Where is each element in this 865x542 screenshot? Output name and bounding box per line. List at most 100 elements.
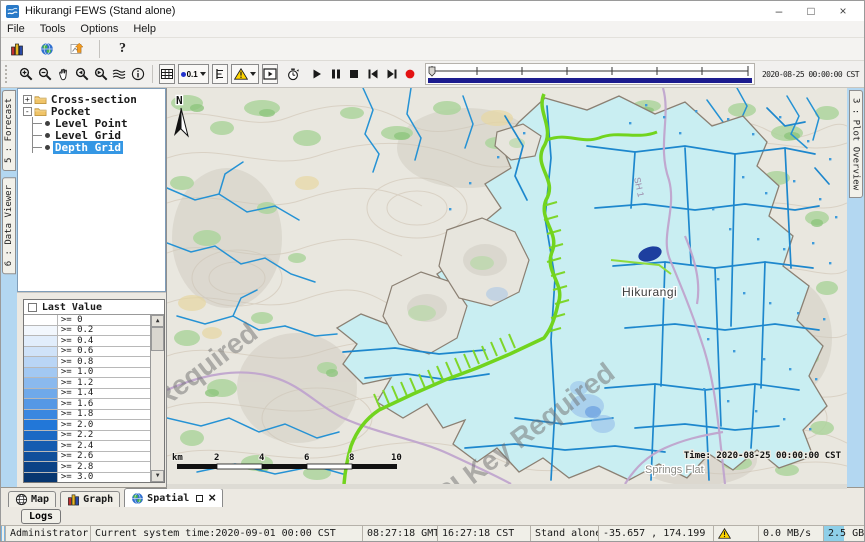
logs-row: Logs	[1, 507, 864, 525]
warning-dropdown[interactable]	[231, 64, 259, 84]
pan-button[interactable]	[56, 64, 72, 84]
app-window: Hikurangi FEWS (Stand alone) – □ × File …	[0, 0, 865, 542]
zoom-in-button[interactable]	[18, 64, 34, 84]
step-back-button[interactable]	[365, 64, 381, 84]
play-button[interactable]	[309, 64, 325, 84]
info-button[interactable]	[130, 64, 146, 84]
legend-swatch	[24, 368, 58, 378]
map-toolbar: 0.1 2020-08-25 00:00:00 CST	[1, 60, 864, 88]
movie-player-button[interactable]	[262, 64, 278, 84]
pan-hand-icon	[56, 67, 70, 81]
pause-icon	[329, 67, 343, 81]
longitudinal-profile-button[interactable]	[212, 64, 228, 84]
legend-row: >= 1.4	[24, 389, 150, 400]
timeline-thumb	[429, 67, 435, 76]
legend-row: >= 0.6	[24, 347, 150, 358]
spatial-display-button[interactable]	[66, 39, 87, 59]
tree-item-depth-grid[interactable]: Depth Grid	[18, 141, 165, 153]
collapse-icon[interactable]: -	[23, 107, 32, 116]
map-canvas[interactable]: API Key Required API Key Required Hikura…	[167, 88, 847, 489]
bullet-icon	[45, 145, 50, 150]
maximize-button[interactable]: □	[795, 1, 827, 21]
status-memory: 2.5 GB	[824, 526, 864, 541]
status-user: Administrator	[6, 526, 91, 541]
legend-row: >= 1.0	[24, 368, 150, 379]
database-viewer-button[interactable]	[6, 39, 27, 59]
scroll-down-icon[interactable]: ▼	[151, 470, 164, 482]
zoom-previous-button[interactable]	[74, 64, 90, 84]
tab-data-viewer[interactable]: 6 : Data Viewer	[2, 177, 16, 274]
help-button[interactable]: ?	[112, 39, 133, 59]
menu-options[interactable]: Options	[80, 23, 118, 35]
tree-guide	[32, 129, 44, 141]
tab-spatial[interactable]: Spatial ×	[124, 488, 223, 507]
zoom-next-button[interactable]	[93, 64, 109, 84]
last-value-checkbox[interactable]	[28, 303, 37, 312]
left-tab-strip: 5 : Forecast 6 : Data Viewer	[1, 88, 17, 487]
legend-swatch	[24, 336, 58, 346]
legend-row: >= 2.8	[24, 462, 150, 473]
logs-button[interactable]: Logs	[21, 509, 61, 524]
tab-graph[interactable]: Graph	[60, 491, 120, 507]
scroll-up-icon[interactable]: ▲	[151, 315, 164, 327]
threshold-dot-icon	[181, 72, 186, 77]
tree-item-pocket[interactable]: - Pocket	[18, 105, 165, 117]
animation-timer-button[interactable]	[285, 64, 301, 84]
tree-item-cross-section[interactable]: + Cross-section	[18, 93, 165, 105]
status-coordinates: -35.657 , 174.199	[599, 526, 714, 541]
step-forward-button[interactable]	[384, 64, 400, 84]
legend-swatch	[24, 378, 58, 388]
legend-row: >= 0.4	[24, 336, 150, 347]
legend-swatch	[24, 441, 58, 451]
layers-icon	[112, 67, 126, 81]
legend-row: >= 2.6	[24, 452, 150, 463]
restore-icon[interactable]	[196, 495, 203, 502]
folder-icon	[34, 106, 47, 117]
timer-icon	[286, 67, 300, 81]
bottom-tab-bar: Map Graph Spatial ×	[1, 487, 864, 507]
record-button[interactable]	[402, 64, 418, 84]
chevron-down-icon	[200, 72, 206, 76]
toolbar-grip[interactable]	[5, 65, 11, 83]
map-display-button[interactable]	[36, 39, 57, 59]
record-icon	[403, 67, 417, 81]
close-icon[interactable]: ×	[208, 493, 216, 503]
menu-help[interactable]: Help	[133, 23, 156, 35]
legend-row: >= 1.6	[24, 399, 150, 410]
timeline-slider[interactable]	[425, 63, 755, 85]
scrollbar-thumb[interactable]	[151, 327, 164, 351]
pause-button[interactable]	[328, 64, 344, 84]
globe-icon	[131, 492, 144, 505]
status-warning[interactable]	[714, 526, 759, 541]
tab-map[interactable]: Map	[8, 491, 56, 507]
legend-swatch	[24, 452, 58, 462]
svg-text:6: 6	[304, 453, 309, 463]
label-springs-flat: Springs Flat	[645, 464, 704, 476]
app-logo-icon	[6, 5, 19, 18]
grid-display-button[interactable]	[159, 64, 175, 84]
menu-file[interactable]: File	[7, 23, 25, 35]
minimize-button[interactable]: –	[763, 1, 795, 21]
tab-forecast[interactable]: 5 : Forecast	[2, 90, 16, 171]
tree-item-level-point[interactable]: Level Point	[18, 117, 165, 129]
map-view[interactable]: API Key Required API Key Required Hikura…	[167, 88, 847, 487]
zoom-out-button[interactable]	[37, 64, 53, 84]
close-button[interactable]: ×	[827, 1, 859, 21]
threshold-value: 0.1	[187, 70, 198, 79]
spatial-display-icon	[70, 42, 84, 56]
tree-item-level-grid[interactable]: Level Grid	[18, 129, 165, 141]
legend-table: >= 0 >= 0.2 >= 0.4 >= 0.6 >= 0.8 >= 1.0 …	[24, 315, 164, 482]
window-title: Hikurangi FEWS (Stand alone)	[25, 5, 175, 17]
layers-button[interactable]	[111, 64, 127, 84]
legend-swatch	[24, 315, 58, 325]
expand-icon[interactable]: +	[23, 95, 32, 104]
globe-icon	[40, 42, 54, 56]
tab-plot-overview[interactable]: 3 : Plot Overview	[849, 90, 863, 198]
play-icon	[310, 67, 324, 81]
status-bar: Administrator Current system time:2020-0…	[1, 525, 864, 541]
step-forward-icon	[385, 67, 399, 81]
stop-button[interactable]	[347, 64, 363, 84]
legend-scrollbar[interactable]: ▲ ▼	[150, 315, 164, 482]
threshold-value-dropdown[interactable]: 0.1	[178, 64, 209, 84]
menu-tools[interactable]: Tools	[40, 23, 66, 35]
